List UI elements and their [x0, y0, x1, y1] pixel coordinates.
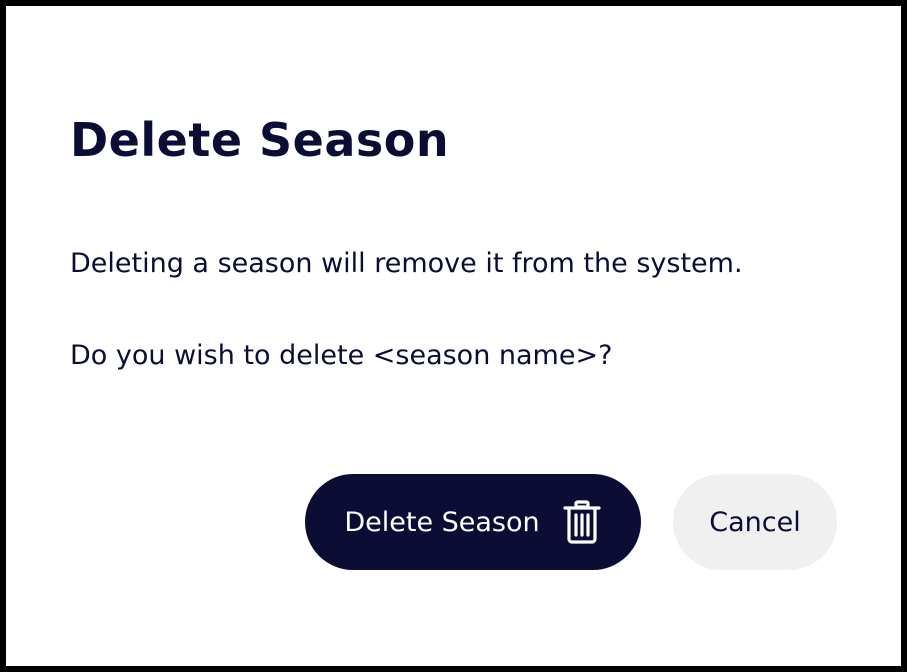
delete-season-button-label: Delete Season: [344, 506, 540, 538]
delete-season-dialog: Delete Season Deleting a season will rem…: [6, 6, 901, 666]
trash-icon: [562, 500, 602, 544]
dialog-message-line-2: Do you wish to delete <season name>?: [70, 340, 613, 371]
dialog-title: Delete Season: [70, 113, 450, 167]
delete-season-button[interactable]: Delete Season: [305, 474, 641, 570]
cancel-button[interactable]: Cancel: [673, 474, 837, 570]
dialog-message-line-1: Deleting a season will remove it from th…: [70, 248, 743, 279]
